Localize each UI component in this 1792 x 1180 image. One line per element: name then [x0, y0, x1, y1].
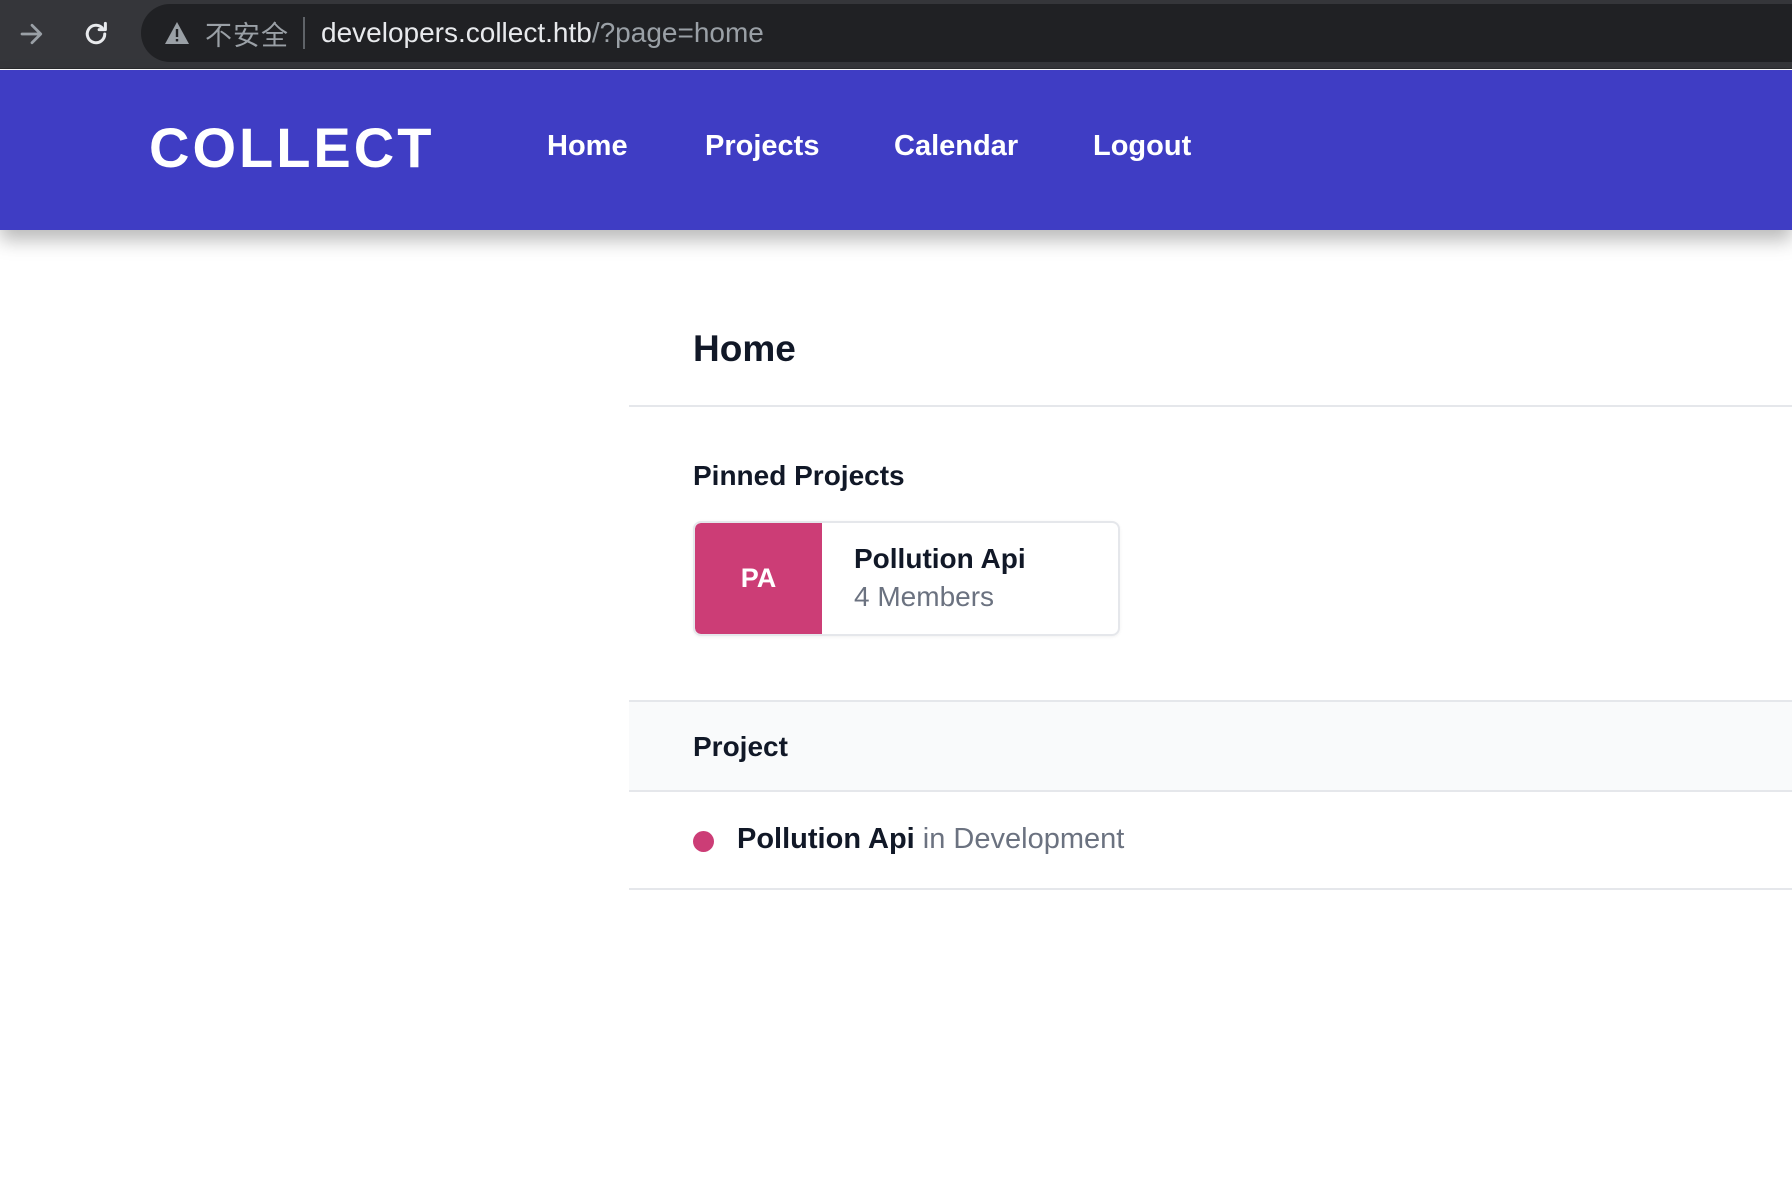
nav-calendar-link[interactable]: Calendar — [894, 132, 1018, 161]
reload-button[interactable] — [74, 12, 118, 56]
table-row[interactable]: Pollution Api in Development — [629, 792, 1792, 890]
security-status-label[interactable]: 不安全 — [205, 14, 289, 53]
project-initials-badge: PA — [695, 523, 822, 634]
status-dot-icon — [693, 831, 714, 852]
projects-table-header: Project — [629, 700, 1792, 792]
reload-icon — [81, 19, 111, 49]
brand-logo[interactable]: COLLECT — [149, 120, 434, 176]
address-bar[interactable]: 不安全 developers.collect.htb/?page=home — [141, 4, 1792, 62]
arrow-right-icon — [17, 19, 47, 49]
address-divider — [303, 17, 305, 49]
project-name[interactable]: Pollution Api — [737, 823, 915, 855]
pinned-project-members: 4 Members — [854, 581, 995, 612]
url-host[interactable]: developers.collect.htb — [321, 17, 592, 49]
nav-logout-link[interactable]: Logout — [1093, 132, 1191, 161]
browser-toolbar: 不安全 developers.collect.htb/?page=home — [0, 0, 1792, 69]
nav-home-link[interactable]: Home — [547, 132, 628, 161]
project-status: in Development — [922, 823, 1125, 855]
pinned-project-card[interactable]: PA Pollution Api 4 Members — [693, 521, 1120, 636]
page-title: Home — [693, 328, 796, 369]
nav-projects-link[interactable]: Projects — [705, 132, 819, 161]
warning-icon[interactable] — [163, 19, 191, 47]
main-content: Home Pinned Projects PA Pollution Api 4 … — [629, 230, 1792, 1180]
pinned-project-name[interactable]: Pollution Api — [854, 545, 1026, 573]
url-path[interactable]: /?page=home — [592, 17, 764, 49]
column-header-project: Project — [693, 731, 788, 762]
app-header: COLLECT Home Projects Calendar Logout — [0, 70, 1792, 230]
row-text: Pollution Api in Development — [737, 825, 1124, 854]
pinned-card-body: Pollution Api 4 Members — [822, 523, 1026, 634]
page-header: Home — [629, 230, 1792, 407]
pinned-projects-heading: Pinned Projects — [693, 460, 905, 491]
forward-button[interactable] — [10, 12, 54, 56]
